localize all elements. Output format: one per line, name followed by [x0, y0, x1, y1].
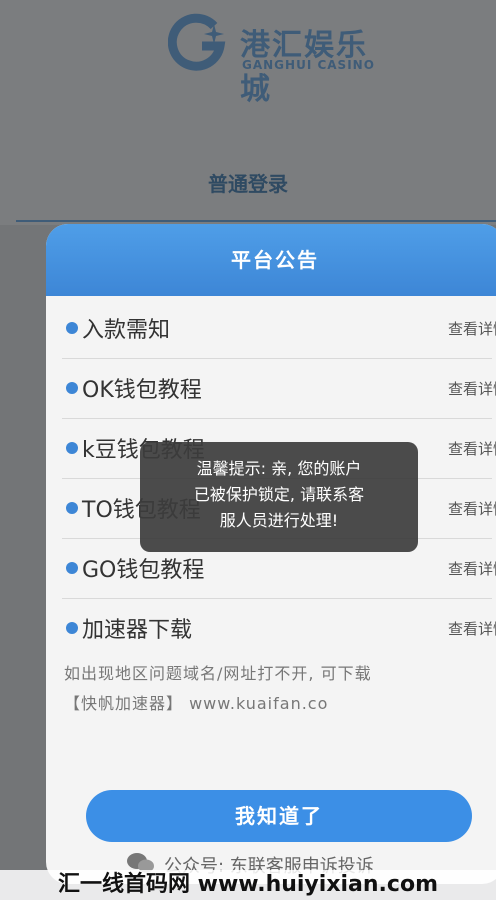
- brand-logo: 港汇娱乐城 GANGHUI CASINO: [168, 12, 398, 107]
- announcement-modal: 平台公告 入款需知 查看详情 OK钱包教程 查看详情 k豆钱包教程 查看详情 T…: [46, 224, 496, 884]
- bullet-icon: [66, 322, 78, 334]
- list-item[interactable]: OK钱包教程 查看详情: [62, 358, 496, 419]
- toast-line: 服人员进行处理!: [219, 511, 339, 530]
- list-item[interactable]: 加速器下载 查看详情: [62, 598, 496, 658]
- bullet-icon: [66, 502, 78, 514]
- notice-text-link: 【快帆加速器】 www.kuaifan.co: [64, 694, 329, 713]
- bullet-icon: [66, 622, 78, 634]
- view-details-link[interactable]: 查看详情: [448, 378, 496, 399]
- tab-normal-login[interactable]: 普通登录: [0, 168, 496, 197]
- view-details-link[interactable]: 查看详情: [448, 438, 496, 459]
- list-item-label: 加速器下载: [82, 618, 193, 643]
- confirm-button[interactable]: 我知道了: [86, 790, 472, 842]
- brand-logo-icon: [168, 13, 226, 71]
- view-details-link[interactable]: 查看详情: [448, 318, 496, 339]
- bullet-icon: [66, 562, 78, 574]
- tab-underline: [16, 220, 496, 222]
- view-details-link[interactable]: 查看详情: [448, 498, 496, 519]
- list-item-label: OK钱包教程: [82, 378, 202, 403]
- bullet-icon: [66, 382, 78, 394]
- list-item-label: GO钱包教程: [82, 558, 205, 583]
- brand-name-en: GANGHUI CASINO: [242, 58, 375, 72]
- view-details-link[interactable]: 查看详情: [448, 618, 496, 639]
- bullet-icon: [66, 442, 78, 454]
- site-watermark: 汇一线首码网 www.huiyixian.com: [0, 870, 496, 900]
- notice-text: 如出现地区问题域名/网址打不开, 可下载: [64, 664, 372, 683]
- list-item-label: 入款需知: [82, 318, 171, 343]
- toast-line: 温馨提示: 亲, 您的账户: [196, 459, 362, 478]
- toast-line: 已被保护锁定, 请联系客: [193, 485, 365, 504]
- modal-title: 平台公告: [46, 224, 496, 296]
- warning-toast: 温馨提示: 亲, 您的账户 已被保护锁定, 请联系客 服人员进行处理!: [140, 442, 418, 552]
- view-details-link[interactable]: 查看详情: [448, 558, 496, 579]
- list-item[interactable]: 入款需知 查看详情: [62, 298, 496, 359]
